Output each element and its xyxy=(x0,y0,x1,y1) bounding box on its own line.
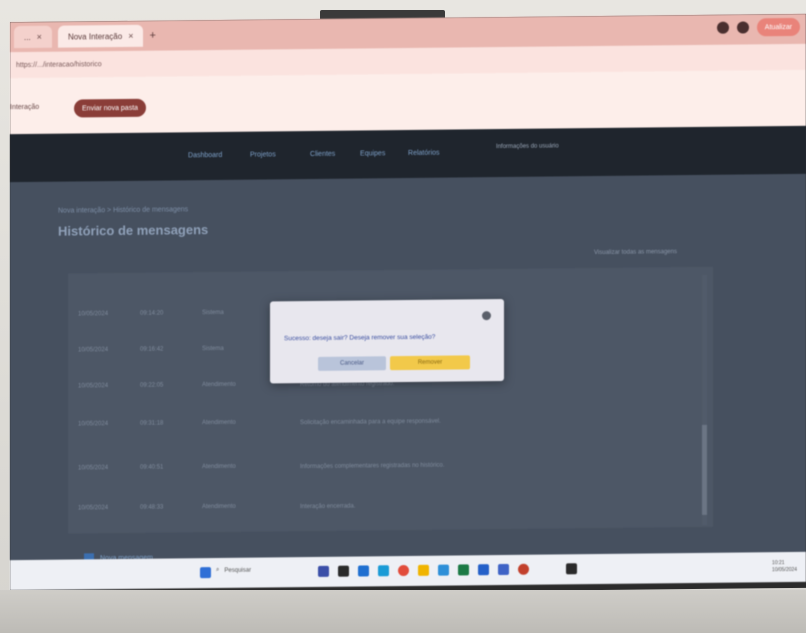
close-icon[interactable] xyxy=(482,311,491,321)
windows-start-icon[interactable] xyxy=(200,567,211,579)
clock-time: 10:21 xyxy=(772,560,785,567)
confirm-dialog: Sucesso: deseja sair? Deseja remover sua… xyxy=(270,298,504,384)
page-top-bar: Interação Enviar nova pasta xyxy=(10,69,806,135)
row-type: Atendimento xyxy=(202,503,236,511)
dialog-message: Sucesso: deseja sair? Deseja remover sua… xyxy=(284,333,436,343)
monitor: ... × Nova Interação × + Atualizar https… xyxy=(10,13,806,597)
app-icon-2[interactable] xyxy=(338,565,349,577)
app-icon-9[interactable] xyxy=(518,563,529,575)
clock-date: 10/05/2024 xyxy=(772,566,798,574)
row-date: 10/05/2024 xyxy=(78,421,109,428)
search-icon: ⌕ xyxy=(216,566,220,574)
user-info: Informações do usuário xyxy=(496,143,559,151)
app-icon-4[interactable] xyxy=(378,565,389,577)
monitor-stand xyxy=(0,590,806,633)
row-time: 09:31:18 xyxy=(140,420,164,427)
nav-item-2[interactable]: Projetos xyxy=(250,151,276,158)
row-date: 10/05/2024 xyxy=(78,383,109,390)
confirm-button[interactable]: Remover xyxy=(390,355,470,371)
tab-label: ... xyxy=(24,32,31,42)
folder-icon[interactable] xyxy=(418,564,429,576)
row-type: Atendimento xyxy=(202,419,236,427)
row-time: 09:14:20 xyxy=(140,310,164,317)
app-icon-6[interactable] xyxy=(458,564,469,576)
row-text: Solicitação encaminhada para a equipe re… xyxy=(300,418,441,427)
nav-item-3[interactable]: Clientes xyxy=(310,151,335,158)
nav-item-4[interactable]: Equipes xyxy=(360,150,385,157)
top-bar-text: Interação xyxy=(10,103,40,112)
nav-item-1[interactable]: Dashboard xyxy=(188,152,222,159)
taskbar-search-label: Pesquisar xyxy=(224,567,252,574)
page-title: Histórico de mensagens xyxy=(58,222,209,239)
row-date: 10/05/2024 xyxy=(78,347,109,354)
scrollbar-thumb[interactable] xyxy=(702,424,707,515)
app-icon-8[interactable] xyxy=(498,563,509,576)
cancel-button[interactable]: Cancelar xyxy=(318,356,386,371)
table-row[interactable]: 10/05/2024 09:31:18 Atendimento Solicita… xyxy=(78,415,703,428)
close-icon[interactable]: × xyxy=(37,32,42,42)
app-icon-1[interactable] xyxy=(318,565,329,577)
send-new-button[interactable]: Enviar nova pasta xyxy=(74,98,147,118)
breadcrumb[interactable]: Nova interação > Histórico de mensagens xyxy=(58,206,188,214)
taskbar-search[interactable]: ⌕ Pesquisar xyxy=(216,567,251,574)
row-time: 09:40:51 xyxy=(140,464,164,471)
row-time: 09:48:33 xyxy=(140,504,164,511)
row-date: 10/05/2024 xyxy=(78,465,109,472)
clock[interactable]: 10:21 10/05/2024 xyxy=(772,560,797,574)
table-row[interactable]: 10/05/2024 09:48:33 Atendimento Interaçã… xyxy=(78,499,703,512)
new-tab-icon[interactable]: + xyxy=(149,30,155,42)
row-time: 09:22:05 xyxy=(140,382,164,389)
app-icon-10[interactable] xyxy=(566,563,577,575)
row-text: Interação encerrada. xyxy=(300,503,356,511)
nav-item-5[interactable]: Relatórios xyxy=(408,150,440,157)
update-button[interactable]: Atualizar xyxy=(756,17,800,37)
extensions-icon[interactable] xyxy=(716,21,729,34)
view-all-link[interactable]: Visualizar todas as mensagens xyxy=(594,249,677,256)
screen: ... × Nova Interação × + Atualizar https… xyxy=(10,13,806,591)
browser-actions: Atualizar xyxy=(716,17,800,37)
app-icon-5[interactable] xyxy=(438,564,449,576)
browser-tab-1[interactable]: ... × xyxy=(14,25,52,49)
table-row[interactable]: 10/05/2024 09:40:51 Atendimento Informaç… xyxy=(78,459,703,472)
row-type: Atendimento xyxy=(202,463,236,471)
chrome-icon[interactable] xyxy=(398,564,409,577)
tab-label: Nova Interação xyxy=(67,31,123,42)
account-icon[interactable] xyxy=(736,21,749,34)
main-navbar: Dashboard Projetos Clientes Equipes Rela… xyxy=(10,125,806,183)
row-date: 10/05/2024 xyxy=(78,505,109,512)
browser-tab-2[interactable]: Nova Interação × xyxy=(57,24,144,48)
row-date: 10/05/2024 xyxy=(78,311,109,318)
close-icon[interactable]: × xyxy=(128,31,133,41)
app-icon-7[interactable] xyxy=(478,564,489,576)
app-icon-3[interactable] xyxy=(358,565,369,577)
row-time: 09:16:42 xyxy=(140,346,164,353)
row-text: Informações complementares registradas n… xyxy=(300,462,445,471)
